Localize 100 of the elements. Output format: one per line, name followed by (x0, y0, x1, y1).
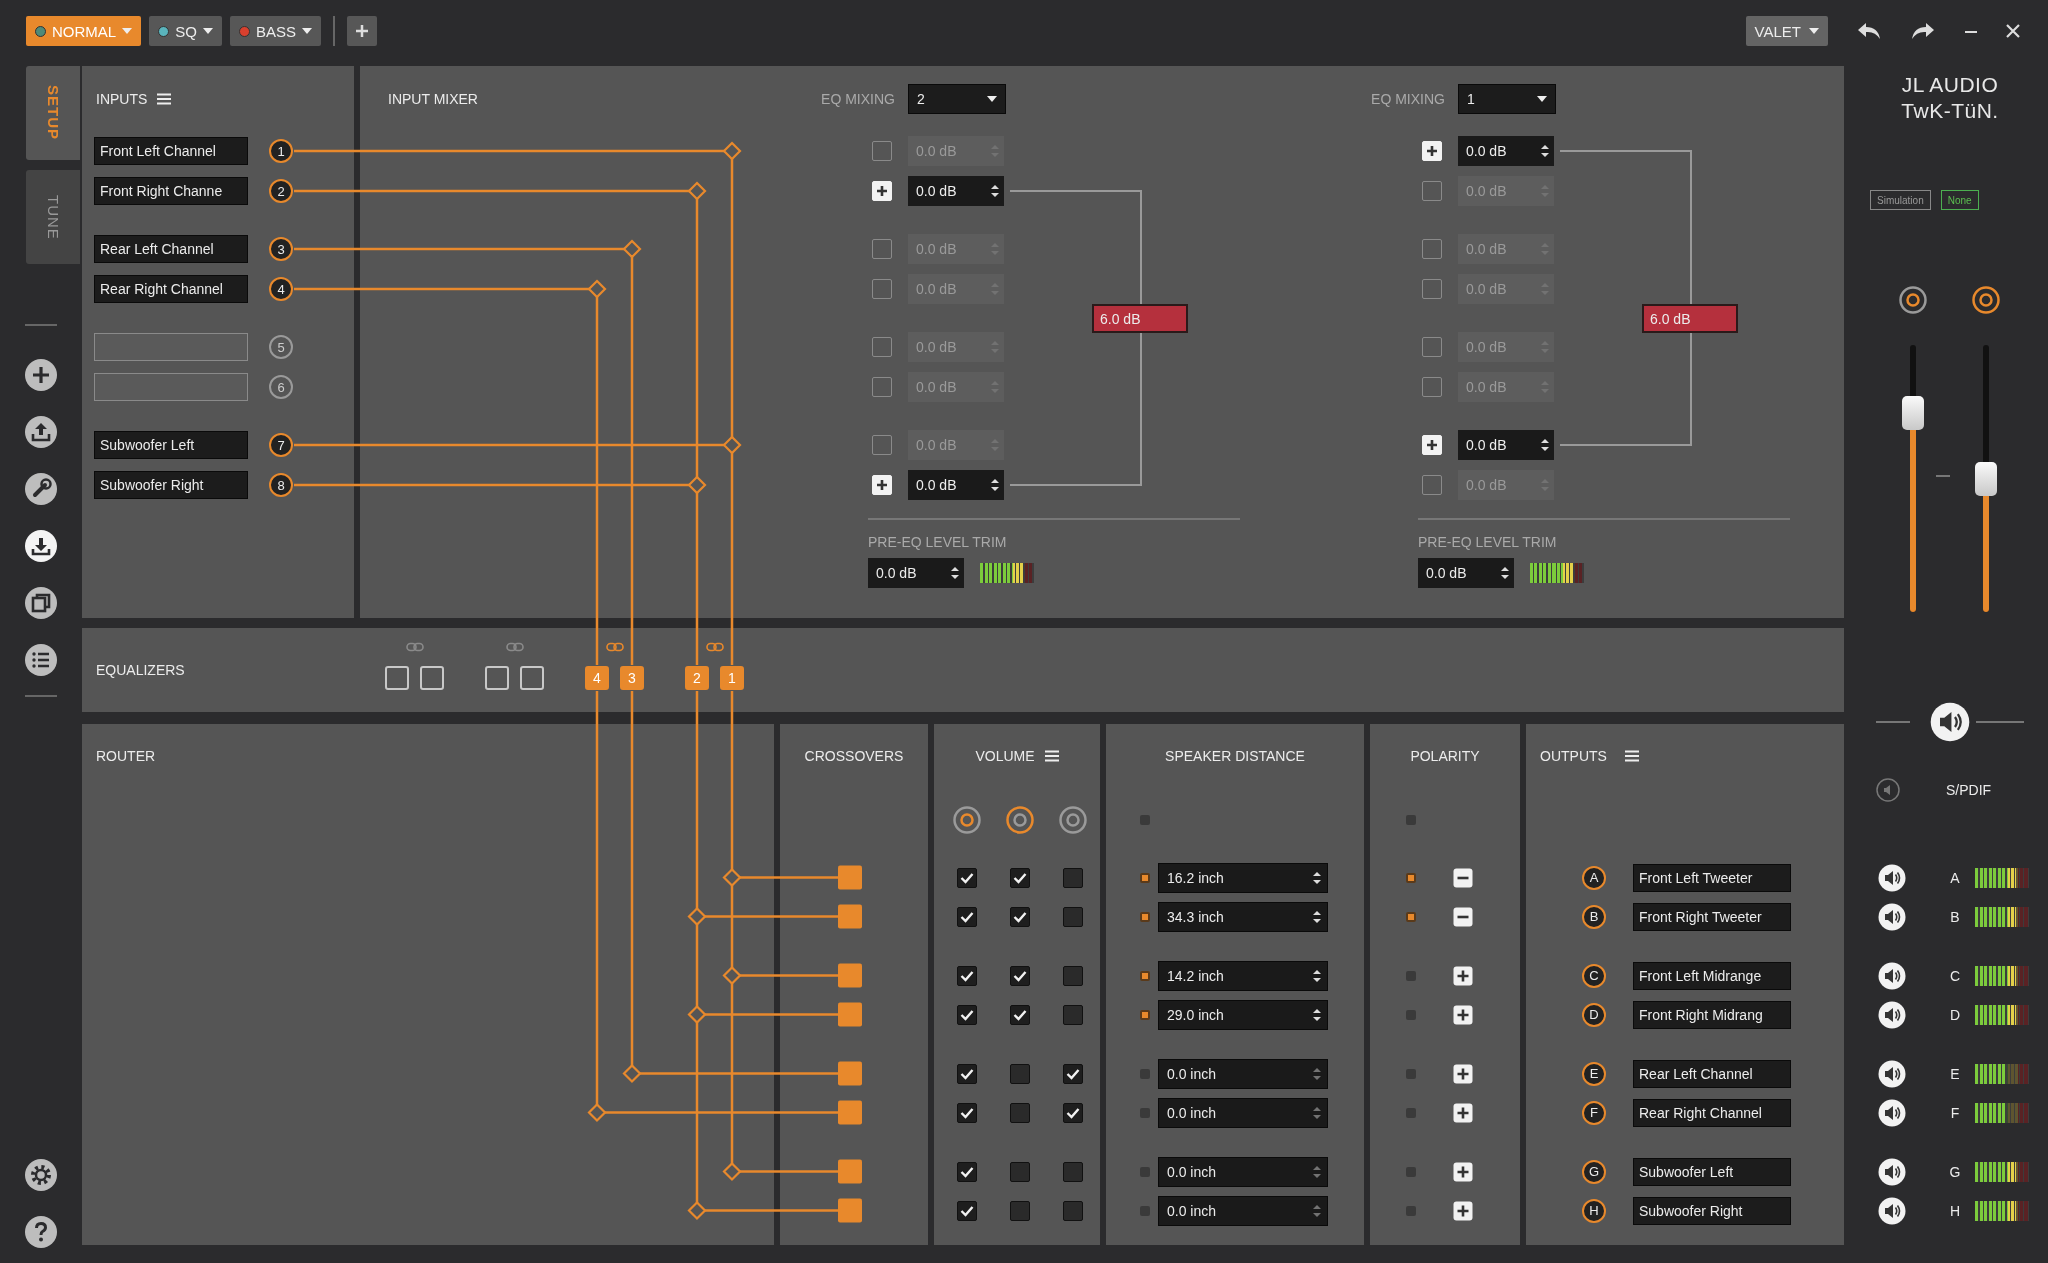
volume-checkbox[interactable] (1009, 867, 1030, 888)
wrench-icon[interactable] (24, 472, 58, 506)
eq-slot[interactable] (485, 666, 509, 690)
crossover-node[interactable] (838, 1002, 862, 1027)
input-name-field[interactable]: Rear Left Channel (94, 235, 248, 263)
mix-checkbox[interactable] (1422, 279, 1442, 299)
eq-mixing-dropdown[interactable]: 2 (908, 83, 1006, 114)
eq-slot[interactable] (385, 666, 409, 690)
add-icon[interactable] (24, 358, 58, 392)
crossover-node[interactable] (838, 1100, 862, 1125)
distance-field[interactable]: 14.2 inch (1158, 960, 1328, 991)
slider-track[interactable] (1975, 345, 1997, 612)
crossover-node[interactable] (838, 1159, 862, 1184)
speaker-icon[interactable] (1878, 961, 1906, 990)
knob-icon[interactable] (1004, 805, 1035, 835)
input-name-field[interactable]: Subwoofer Right (94, 471, 248, 499)
upload-icon[interactable] (24, 415, 58, 449)
download-icon[interactable] (24, 529, 58, 563)
knob-icon[interactable] (1898, 285, 1928, 315)
volume-checkbox[interactable] (1062, 965, 1083, 986)
mix-checkbox[interactable] (1422, 475, 1442, 495)
routing-node[interactable] (587, 279, 607, 299)
volume-checkbox[interactable] (1062, 1161, 1083, 1182)
speaker-icon[interactable] (1878, 863, 1906, 892)
preset-button[interactable]: SQ (149, 16, 222, 46)
input-name-field[interactable]: Front Right Channe (94, 177, 248, 205)
volume-checkbox[interactable] (956, 1200, 977, 1221)
input-name-field[interactable]: Subwoofer Left (94, 431, 248, 459)
input-name-field[interactable] (94, 333, 248, 361)
spinner-icon[interactable] (951, 566, 959, 580)
volume-checkbox[interactable] (956, 1004, 977, 1025)
knob-icon[interactable] (951, 805, 982, 835)
output-name-field[interactable]: Subwoofer Right (1633, 1196, 1791, 1225)
routing-node[interactable] (722, 141, 742, 161)
plus-icon[interactable] (1453, 1063, 1473, 1084)
output-name-field[interactable]: Front Left Tweeter (1633, 863, 1791, 892)
volume-checkbox[interactable] (956, 1063, 977, 1084)
routing-node[interactable] (687, 475, 707, 495)
volume-checkbox[interactable] (1062, 867, 1083, 888)
speaker-icon[interactable] (1878, 1196, 1906, 1225)
volume-checkbox[interactable] (1009, 1161, 1030, 1182)
eq-slot[interactable] (420, 666, 444, 690)
speaker-icon[interactable] (1878, 1059, 1906, 1088)
eq-slot[interactable] (520, 666, 544, 690)
volume-checkbox[interactable] (1009, 1102, 1030, 1123)
gain-field[interactable]: 0.0 dB (1458, 136, 1554, 166)
volume-checkbox[interactable] (1062, 1063, 1083, 1084)
output-name-field[interactable]: Subwoofer Left (1633, 1157, 1791, 1186)
spinner-icon[interactable] (1313, 909, 1321, 924)
mix-checkbox[interactable] (872, 239, 892, 259)
gain-field[interactable]: 0.0 dB (908, 176, 1004, 206)
distance-field[interactable]: 29.0 inch (1158, 999, 1328, 1030)
trim-field[interactable]: 0.0 dB (1418, 558, 1514, 588)
close-icon[interactable] (2006, 24, 2020, 38)
link-icon[interactable] (405, 642, 424, 652)
output-name-field[interactable]: Front Left Midrange (1633, 961, 1791, 990)
mix-checkbox[interactable] (1422, 377, 1442, 397)
speaker-icon[interactable] (1878, 902, 1906, 931)
spinner-icon[interactable] (1313, 870, 1321, 885)
spinner-icon[interactable] (1541, 438, 1549, 452)
volume-checkbox[interactable] (956, 1161, 977, 1182)
spinner-icon[interactable] (1541, 144, 1549, 158)
output-name-field[interactable]: Rear Right Channel (1633, 1098, 1791, 1127)
mix-checkbox[interactable] (872, 435, 892, 455)
slider-thumb[interactable] (1902, 396, 1924, 431)
volume-checkbox[interactable] (956, 867, 977, 888)
menu-icon[interactable] (1624, 750, 1639, 762)
distance-field[interactable]: 16.2 inch (1158, 862, 1328, 893)
routing-node[interactable] (687, 906, 707, 927)
valet-button[interactable]: VALET (1745, 16, 1828, 46)
trim-field[interactable]: 0.0 dB (868, 558, 964, 588)
spinner-icon[interactable] (1313, 968, 1321, 983)
link-icon[interactable] (505, 642, 524, 652)
plus-icon[interactable] (1453, 1200, 1473, 1221)
input-name-field[interactable]: Rear Right Channel (94, 275, 248, 303)
crossover-node[interactable] (838, 904, 862, 929)
mix-checkbox[interactable] (1422, 181, 1442, 201)
plus-icon[interactable] (1453, 965, 1473, 986)
crossover-node[interactable] (838, 1198, 862, 1223)
crossover-node[interactable] (838, 963, 862, 988)
volume-checkbox[interactable] (1062, 906, 1083, 927)
routing-node[interactable] (622, 1063, 642, 1084)
minus-icon[interactable] (1453, 867, 1473, 888)
settings-icon[interactable] (24, 1158, 58, 1192)
routing-node[interactable] (722, 435, 742, 455)
minus-icon[interactable] (1453, 906, 1473, 927)
speaker-icon[interactable] (1930, 702, 1970, 742)
redo-icon[interactable] (1910, 21, 1936, 41)
mix-checkbox[interactable] (1422, 337, 1442, 357)
slider-thumb[interactable] (1975, 461, 1997, 496)
volume-checkbox[interactable] (1009, 1004, 1030, 1025)
link-icon[interactable] (605, 642, 624, 652)
distance-field[interactable]: 0.0 inch (1158, 1058, 1328, 1089)
preset-button[interactable]: BASS (229, 16, 321, 46)
volume-checkbox[interactable] (1009, 1200, 1030, 1221)
plus-icon[interactable] (1453, 1004, 1473, 1025)
list-icon[interactable] (24, 643, 58, 677)
mix-checkbox[interactable] (872, 141, 892, 161)
eq-mixing-dropdown[interactable]: 1 (1458, 83, 1556, 114)
copy-icon[interactable] (24, 586, 58, 620)
